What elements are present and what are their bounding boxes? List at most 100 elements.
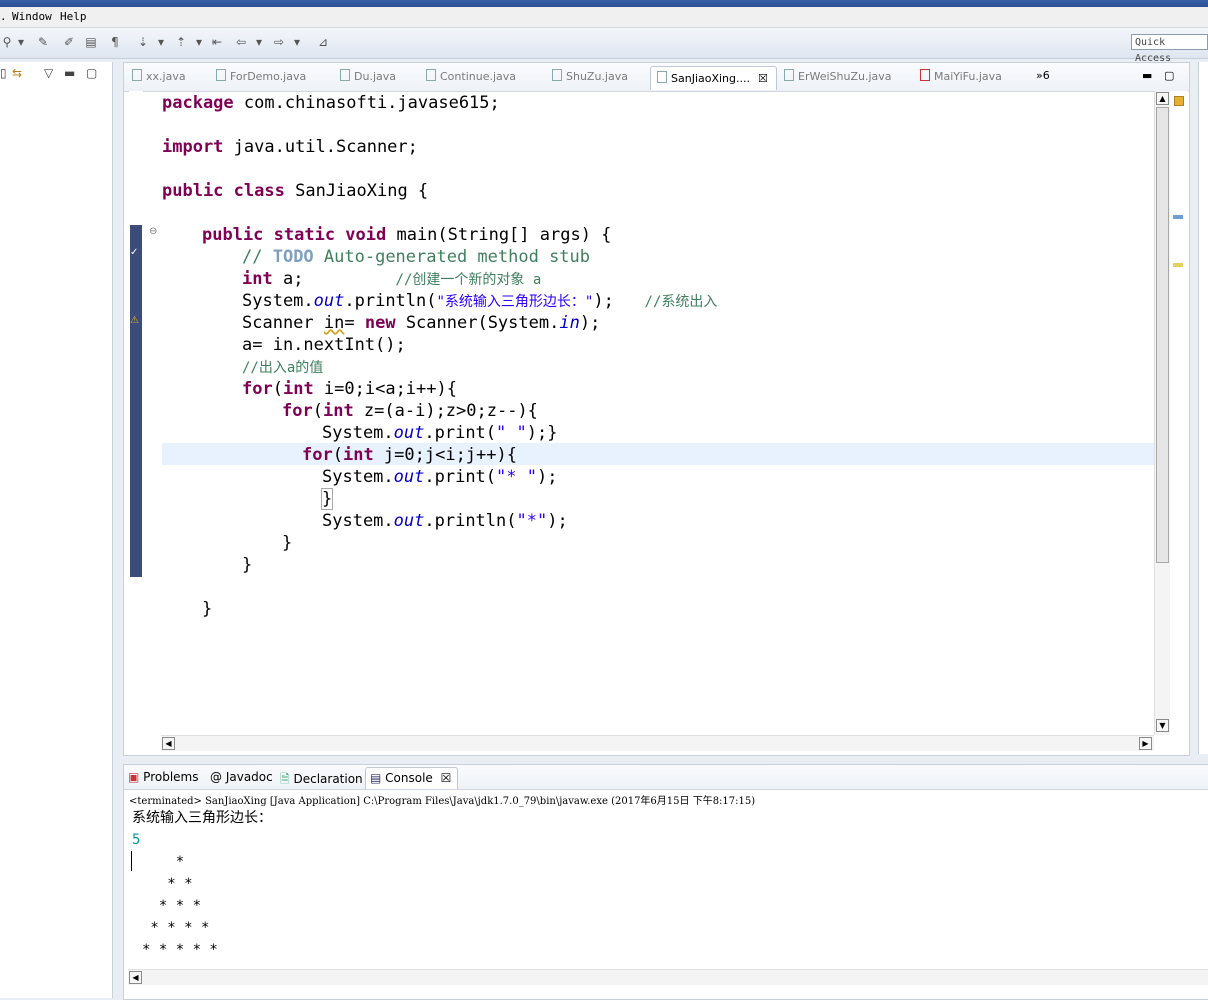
next-annotation-icon[interactable]: ⇣ bbox=[136, 35, 150, 49]
scroll-left-icon[interactable]: ◀ bbox=[129, 971, 142, 984]
scroll-down-icon[interactable]: ▼ bbox=[1156, 719, 1169, 732]
code-line: public static void main(String[] args) { bbox=[202, 225, 612, 245]
tab-sanjiaoxing-java[interactable]: SanJiaoXing.... ☒ bbox=[650, 66, 777, 90]
annotation-ruler: ✓ ⚠ bbox=[129, 91, 143, 755]
java-file-icon bbox=[340, 69, 350, 81]
minimize-icon[interactable]: ▬ bbox=[64, 66, 75, 80]
console-view: ▣ Problems @ Javadoc 🗎 Declaration ▤ Con… bbox=[123, 764, 1208, 1000]
prev-annotation-icon[interactable]: ⇡ bbox=[174, 35, 188, 49]
editor-vertical-scrollbar[interactable]: ▲ ▼ bbox=[1154, 91, 1171, 735]
edit-icon[interactable]: ✐ bbox=[62, 35, 76, 49]
java-file-icon bbox=[426, 69, 436, 81]
dropdown-arrow-icon[interactable]: ▾ bbox=[192, 35, 206, 49]
code-line: System.out.print("* "); bbox=[322, 467, 558, 487]
menu-fragment: . bbox=[0, 10, 7, 23]
tab-declaration[interactable]: 🗎 Declaration bbox=[280, 770, 363, 791]
console-output-line: * * * bbox=[142, 898, 202, 914]
menu-bar: . Window Help bbox=[0, 7, 1208, 28]
tab-console[interactable]: ▤ Console ☒ bbox=[365, 767, 459, 789]
tab-continue-java[interactable]: Continue.java bbox=[426, 69, 516, 83]
tab-problems[interactable]: ▣ Problems bbox=[128, 770, 198, 784]
right-side-panel bbox=[1198, 62, 1208, 754]
open-type-icon[interactable]: ✎ bbox=[36, 35, 50, 49]
maximize-icon[interactable]: ▢ bbox=[1164, 69, 1174, 82]
quick-access-input[interactable]: Quick Access bbox=[1131, 34, 1208, 64]
console-output-line: * * bbox=[142, 876, 193, 892]
editor-horizontal-scrollbar[interactable]: ◀ ▶ bbox=[161, 735, 1154, 751]
javadoc-icon: @ bbox=[210, 770, 222, 784]
java-file-error-icon bbox=[920, 69, 930, 81]
tab-fordemo-java[interactable]: ForDemo.java bbox=[216, 69, 306, 83]
menu-help[interactable]: Help bbox=[60, 10, 87, 23]
code-line: } bbox=[282, 533, 293, 553]
code-line: for(int i=0;i<a;i++){ bbox=[242, 379, 457, 399]
console-user-input: 5 bbox=[132, 832, 141, 848]
tab-maiyifu-java[interactable]: MaiYiFu.java bbox=[920, 69, 1002, 83]
menu-window[interactable]: Window bbox=[12, 10, 52, 23]
java-file-icon bbox=[216, 69, 226, 81]
java-file-icon bbox=[657, 71, 667, 83]
scroll-left-icon[interactable]: ◀ bbox=[162, 737, 175, 750]
code-line: for(int j=0;j<i;j++){ bbox=[302, 445, 517, 465]
package-explorer-panel: ▯ ⇆ ▽ ▬ ▢ bbox=[0, 62, 113, 998]
console-output-line: * bbox=[142, 854, 185, 870]
code-text-area[interactable]: package com.chinasofti.javase615; import… bbox=[156, 91, 1156, 735]
view-menu-icon[interactable]: ▽ bbox=[44, 66, 53, 80]
editor-tab-bar: xx.java ForDemo.java Du.java Continue.ja… bbox=[124, 63, 1189, 92]
task-marker-icon[interactable]: ✓ bbox=[130, 247, 138, 258]
pin-editor-icon[interactable]: ⊿ bbox=[316, 35, 330, 49]
code-line: System.out.print(" ");} bbox=[322, 423, 558, 443]
code-line: a= in.nextInt(); bbox=[242, 335, 406, 355]
scroll-icon[interactable]: ▯ bbox=[0, 66, 7, 80]
console-tab-bar: ▣ Problems @ Javadoc 🗎 Declaration ▤ Con… bbox=[124, 765, 1208, 790]
tab-overflow-button[interactable]: »6 bbox=[1036, 69, 1050, 82]
scroll-thumb[interactable] bbox=[1156, 107, 1169, 563]
minimize-icon[interactable]: ▬ bbox=[1142, 69, 1152, 82]
code-line: for(int z=(a-i);z>0;z--){ bbox=[282, 401, 538, 421]
code-line: } bbox=[242, 555, 253, 575]
last-edit-icon[interactable]: ⇤ bbox=[210, 35, 224, 49]
close-tab-icon[interactable]: ☒ bbox=[758, 72, 768, 85]
close-tab-icon[interactable]: ☒ bbox=[441, 771, 452, 785]
code-line: public class SanJiaoXing { bbox=[162, 181, 429, 201]
code-line: int a; //创建一个新的对象 a bbox=[242, 269, 542, 289]
scroll-up-icon[interactable]: ▲ bbox=[1156, 92, 1169, 105]
console-prompt: 系统输入三角形边长： bbox=[132, 810, 272, 826]
tab-du-java[interactable]: Du.java bbox=[340, 69, 396, 83]
console-status-line: <terminated> SanJiaoXing [Java Applicati… bbox=[129, 796, 756, 807]
back-arrow-icon[interactable]: ⇦ bbox=[234, 35, 248, 49]
code-line: } bbox=[202, 599, 213, 619]
code-line: import java.util.Scanner; bbox=[162, 137, 418, 157]
code-line: } bbox=[320, 488, 334, 510]
overview-marker[interactable] bbox=[1173, 215, 1183, 219]
overview-warning-marker[interactable] bbox=[1173, 263, 1183, 267]
wand-icon[interactable]: ⚲ bbox=[0, 35, 14, 49]
maximize-icon[interactable]: ▢ bbox=[86, 66, 97, 80]
code-editor: xx.java ForDemo.java Du.java Continue.ja… bbox=[123, 62, 1190, 756]
console-horizontal-scrollbar[interactable]: ◀ bbox=[128, 969, 1208, 985]
code-line: Scanner in= new Scanner(System.in); bbox=[242, 313, 601, 333]
tab-shuzu-java[interactable]: ShuZu.java bbox=[552, 69, 628, 83]
window-title-bar bbox=[0, 0, 1208, 7]
scroll-right-icon[interactable]: ▶ bbox=[1139, 737, 1152, 750]
link-with-editor-icon[interactable]: ⇆ bbox=[12, 66, 22, 80]
code-line: // TODO Auto-generated method stub bbox=[242, 247, 591, 267]
toggle-icon[interactable]: ▤ bbox=[84, 35, 98, 49]
dropdown-arrow-icon[interactable]: ▾ bbox=[290, 35, 304, 49]
overview-ruler bbox=[1170, 91, 1188, 755]
main-toolbar: ⚲ ▾ ✎ ✐ ▤ ¶ ⇣ ▾ ⇡ ▾ ⇤ ⇦ ▾ ⇨ ▾ ⊿ bbox=[0, 28, 1208, 59]
dropdown-arrow-icon[interactable]: ▾ bbox=[252, 35, 266, 49]
show-whitespace-icon[interactable]: ¶ bbox=[108, 35, 122, 49]
java-file-icon bbox=[132, 69, 142, 81]
warning-icon[interactable]: ⚠ bbox=[130, 315, 139, 326]
forward-arrow-icon[interactable]: ⇨ bbox=[272, 35, 286, 49]
tab-xx-java[interactable]: xx.java bbox=[132, 69, 186, 83]
overview-summary-marker[interactable] bbox=[1174, 96, 1184, 106]
console-output-line: * * * * * bbox=[142, 942, 218, 958]
dropdown-arrow-icon[interactable]: ▾ bbox=[14, 35, 28, 49]
tab-erweishuzu-java[interactable]: ErWeiShuZu.java bbox=[784, 69, 892, 83]
code-line: package com.chinasofti.javase615; bbox=[162, 93, 500, 113]
tab-javadoc[interactable]: @ Javadoc bbox=[210, 770, 273, 784]
java-file-icon bbox=[784, 69, 794, 81]
dropdown-arrow-icon[interactable]: ▾ bbox=[154, 35, 168, 49]
